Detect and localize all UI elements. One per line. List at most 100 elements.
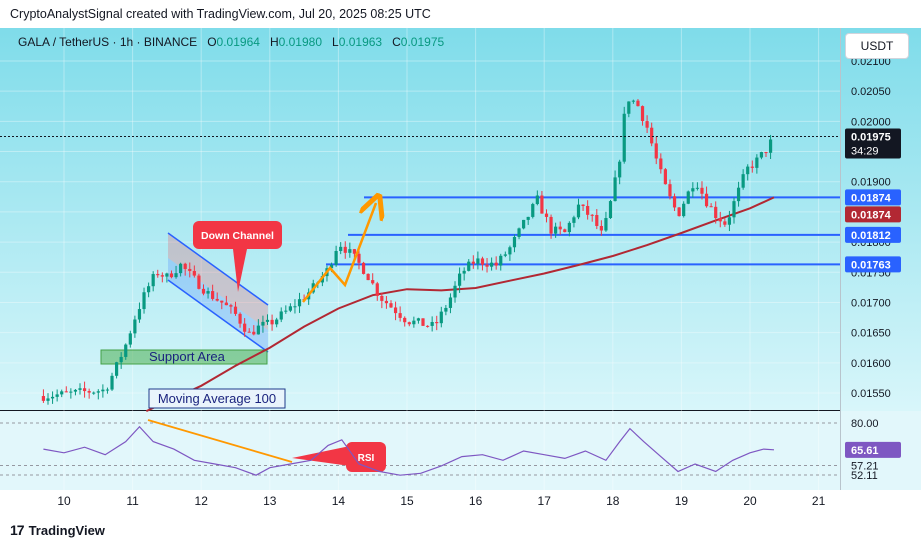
candle-body	[110, 375, 114, 390]
candle-body	[723, 221, 727, 225]
candle-body	[352, 249, 357, 254]
candle-body	[682, 203, 686, 217]
candle-body	[252, 331, 256, 335]
candle-body	[412, 320, 416, 325]
candle-body	[384, 300, 389, 304]
candle-body	[480, 258, 485, 265]
time-tick-label: 11	[126, 494, 139, 508]
chart-canvas[interactable]: Down Channel Support Area Moving Average…	[0, 0, 921, 550]
candle-body	[586, 205, 590, 215]
candle-body	[50, 396, 55, 399]
high-label: H	[269, 35, 279, 49]
price-badge-label: 0.01763	[851, 259, 891, 271]
low-label: L	[332, 35, 339, 49]
candle-body	[366, 273, 370, 281]
candle-body	[764, 152, 768, 154]
candle-body	[275, 319, 279, 325]
price-tick-label: 0.01650	[851, 328, 891, 340]
candle-body	[663, 169, 667, 185]
symbol-legend[interactable]: GALA / TetherUS · 1h · BINANCE O0.01964 …	[18, 35, 444, 49]
candle-body	[114, 362, 119, 376]
candle-body	[439, 311, 443, 324]
candle-body	[695, 187, 700, 189]
candle-body	[105, 389, 110, 391]
candle-body	[78, 388, 82, 390]
chart-attribution: CryptoAnalystSignal created with Trading…	[10, 7, 431, 21]
support-area-label: Support Area	[149, 349, 226, 364]
candle-body	[508, 247, 512, 255]
candle-body	[82, 388, 87, 392]
candle-body	[343, 246, 347, 253]
candle-body	[759, 152, 764, 158]
candle-body	[736, 187, 741, 202]
candle-body	[133, 319, 137, 334]
candle-body	[238, 313, 242, 324]
candle-body	[430, 322, 434, 326]
candle-body	[718, 218, 722, 222]
candle-body	[206, 291, 210, 294]
price-badge-label: 0.01874	[851, 192, 892, 204]
candle-body	[517, 228, 521, 237]
candle-body	[215, 298, 219, 301]
candle-body	[462, 270, 466, 274]
candle-body	[631, 100, 635, 102]
candle-body	[55, 394, 59, 397]
moving-average-callout[interactable]: Moving Average 100	[148, 388, 286, 409]
candle-body	[522, 219, 526, 229]
candle-body	[270, 319, 274, 325]
symbol-name: GALA / TetherUS · 1h · BINANCE	[18, 35, 198, 49]
candle-body	[645, 121, 649, 128]
candle-body	[709, 206, 713, 208]
candle-body	[92, 392, 96, 394]
candle-body	[64, 391, 68, 393]
candle-body	[485, 264, 489, 267]
candle-body	[197, 275, 201, 289]
candle-body	[124, 344, 128, 357]
candle-body	[576, 204, 581, 218]
chart-frame: Down Channel Support Area Moving Average…	[0, 0, 921, 550]
candle-body	[471, 261, 475, 264]
open-value: 0.01964	[216, 35, 260, 49]
price-tick-label: 0.01700	[851, 297, 891, 309]
candle-body	[613, 177, 617, 202]
candle-body	[691, 188, 695, 192]
time-tick-label: 14	[332, 494, 346, 508]
candle-body	[677, 207, 681, 217]
candle-body	[700, 187, 704, 194]
candle-body	[618, 161, 622, 178]
time-tick-label: 19	[675, 494, 689, 508]
candle-body	[563, 229, 567, 233]
price-badge-label: 0.01874	[851, 209, 892, 221]
rsi-value-label: 65.61	[851, 445, 879, 457]
tradingview-logo[interactable]: 17 TradingView	[10, 522, 105, 538]
candle-body	[531, 204, 535, 217]
rsi-tick-label: 52.11	[851, 470, 878, 482]
candle-body	[357, 253, 361, 263]
rsi-tick-label: 80.00	[851, 418, 879, 430]
currency-selector-button[interactable]: USDT	[845, 33, 909, 59]
candle-body	[147, 286, 151, 293]
candle-body	[142, 292, 146, 310]
price-tick-label: 0.01600	[851, 358, 891, 370]
candle-body	[73, 389, 78, 392]
candle-body	[288, 306, 292, 311]
bar-countdown-label: 34:29	[851, 145, 879, 157]
candle-body	[549, 216, 553, 234]
candle-body	[704, 193, 709, 207]
candle-body	[151, 274, 155, 287]
candle-body	[188, 268, 192, 271]
tradingview-brand: TradingView	[28, 522, 105, 538]
candle-body	[457, 273, 462, 286]
candle-body	[750, 166, 754, 168]
time-tick-label: 20	[743, 494, 757, 508]
candle-body	[453, 285, 457, 298]
candle-body	[407, 322, 411, 325]
candle-body	[467, 261, 471, 271]
candle-body	[165, 273, 169, 277]
candle-body	[192, 270, 196, 276]
candle-body	[265, 319, 270, 322]
candle-body	[499, 255, 503, 266]
candle-body	[179, 263, 183, 274]
candle-body	[389, 303, 393, 308]
candle-body	[361, 262, 366, 274]
